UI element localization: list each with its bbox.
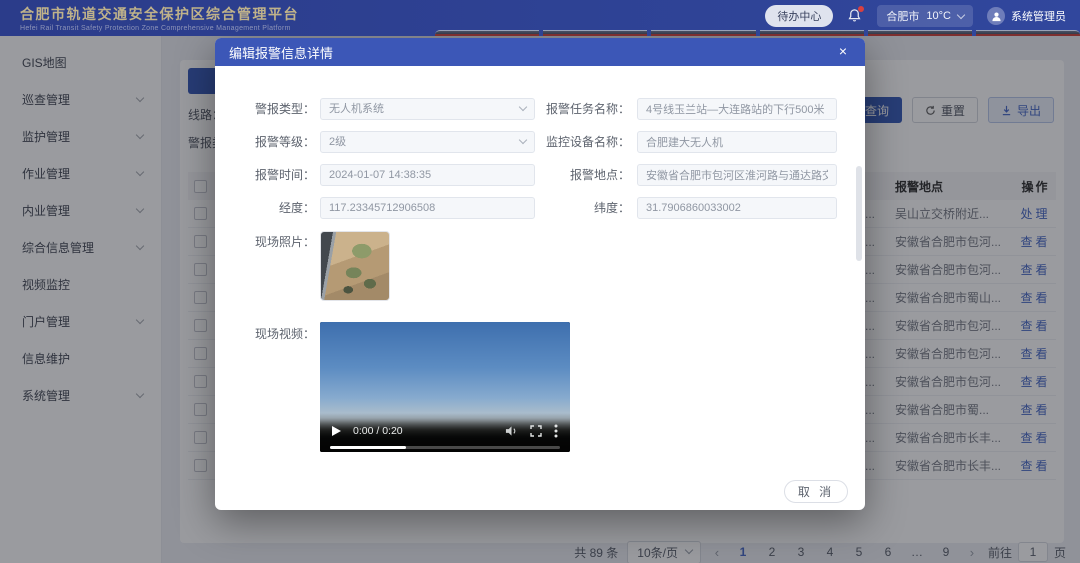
alarm-type-label: 警报类型： [215, 98, 315, 120]
avatar [987, 7, 1005, 25]
modal-title: 编辑报警信息详情 [229, 43, 333, 62]
device-name-input[interactable] [637, 131, 837, 153]
weather-temp: 10°C [926, 10, 951, 22]
chevron-down-icon [519, 103, 527, 111]
latitude-label: 纬度： [530, 197, 630, 219]
play-icon[interactable] [332, 426, 341, 436]
alarm-place-label: 报警地点： [530, 164, 630, 186]
app-title: 合肥市轨道交通安全保护区综合管理平台 [20, 4, 299, 24]
kebab-menu-icon[interactable] [554, 424, 558, 438]
video-progress-bar[interactable] [330, 446, 560, 449]
header-actions: 待办中心 合肥市 10°C 系统管理员 [765, 5, 1066, 27]
fullscreen-icon[interactable] [530, 425, 542, 437]
chevron-down-icon [519, 136, 527, 144]
chevron-down-icon [957, 10, 965, 18]
close-icon[interactable]: × [835, 44, 851, 60]
video-progress-fill [330, 446, 406, 449]
notification-badge [858, 6, 864, 12]
scene-photo-thumbnail[interactable] [320, 231, 390, 301]
brand: 合肥市轨道交通安全保护区综合管理平台 Hefei Rail Transit Sa… [20, 4, 299, 32]
alarm-type-select[interactable]: 无人机系统 [320, 98, 535, 120]
alarm-time-input[interactable] [320, 164, 535, 186]
alarm-level-label: 报警等级： [215, 131, 315, 153]
volume-icon[interactable] [505, 425, 518, 437]
user-name: 系统管理员 [1011, 8, 1066, 24]
alarm-time-label: 报警时间： [215, 164, 315, 186]
device-name-label: 监控设备名称： [530, 131, 630, 153]
alarm-level-select[interactable]: 2级 [320, 131, 535, 153]
video-time: 0:00 / 0:20 [353, 425, 403, 437]
user-menu[interactable]: 系统管理员 [987, 7, 1066, 25]
app-header: 合肥市轨道交通安全保护区综合管理平台 Hefei Rail Transit Sa… [0, 0, 1080, 36]
scene-video-label: 现场视频： [215, 323, 315, 345]
screen: 合肥市轨道交通安全保护区综合管理平台 Hefei Rail Transit Sa… [0, 0, 1080, 563]
train-illustration [435, 29, 1080, 36]
cancel-button[interactable]: 取 消 [784, 480, 848, 503]
weather-city: 合肥市 [886, 8, 919, 24]
edit-alarm-modal: 编辑报警信息详情 × 警报类型： 无人机系统 报警任务名称： 报警等级： 2级 … [215, 38, 865, 510]
scene-photo-label: 现场照片： [215, 231, 315, 253]
task-name-label: 报警任务名称： [530, 98, 630, 120]
scene-video-player[interactable]: 0:00 / 0:20 [320, 322, 570, 452]
modal-body: 警报类型： 无人机系统 报警任务名称： 报警等级： 2级 监控设备名称： 报警时… [215, 66, 865, 510]
notification-bell-icon[interactable] [847, 8, 863, 24]
todo-center-button[interactable]: 待办中心 [765, 5, 833, 27]
latitude-input[interactable] [637, 197, 837, 219]
modal-scrollbar[interactable] [856, 166, 862, 261]
weather-widget[interactable]: 合肥市 10°C [877, 5, 973, 27]
app-subtitle: Hefei Rail Transit Safety Protection Zon… [20, 25, 299, 32]
task-name-input[interactable] [637, 98, 837, 120]
alarm-place-input[interactable] [637, 164, 837, 186]
modal-header: 编辑报警信息详情 × [215, 38, 865, 66]
longitude-input[interactable] [320, 197, 535, 219]
longitude-label: 经度： [215, 197, 315, 219]
